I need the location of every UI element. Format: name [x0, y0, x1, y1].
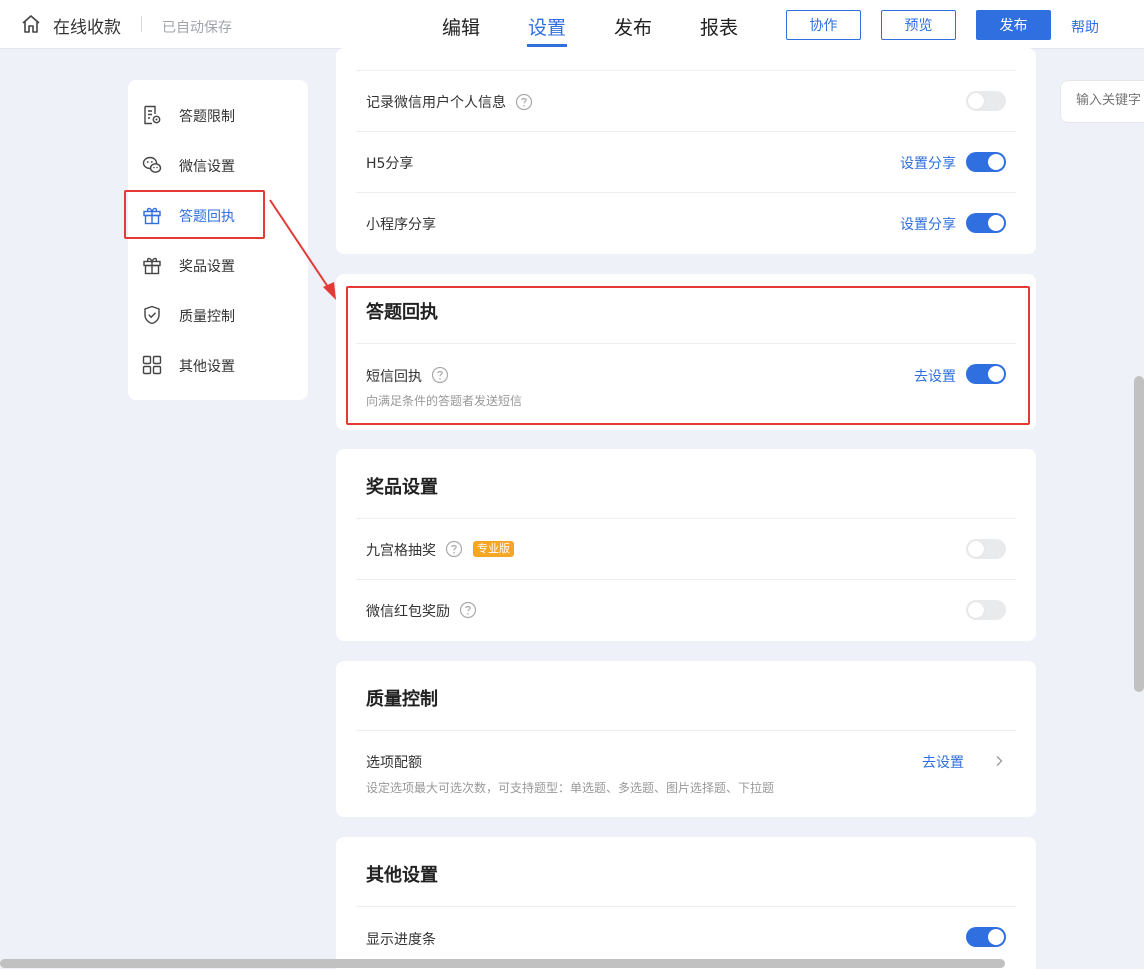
document-settings-icon [144, 105, 161, 125]
wechat-icon [142, 156, 162, 173]
option-quota-settings-link[interactable]: 去设置 [922, 752, 964, 772]
row-label: 微信红包奖励 [366, 604, 450, 620]
pro-badge: 专业版 [473, 541, 514, 557]
shield-check-icon [144, 305, 160, 325]
sidebar-item-quality[interactable]: 质量控制 [128, 295, 308, 335]
wechat-redpacket-toggle[interactable] [966, 600, 1006, 620]
preview-button[interactable]: 预览 [881, 10, 956, 40]
tab-report[interactable]: 报表 [700, 13, 738, 40]
sidebar-item-other[interactable]: 其他设置 [128, 345, 308, 385]
vertical-scrollbar[interactable] [1134, 376, 1144, 692]
publish-button[interactable]: 发布 [976, 10, 1051, 40]
card-title: 奖品设置 [366, 477, 438, 498]
horizontal-scrollbar[interactable] [0, 959, 1005, 968]
tab-settings[interactable]: 设置 [528, 13, 566, 40]
tab-publish[interactable]: 发布 [614, 13, 652, 40]
search-box [1060, 80, 1144, 123]
wechat-settings-card: 记录微信用户个人信息 H5分享 设置分享 小程序分享 设置分享 [336, 48, 1036, 254]
sidebar-highlight-box [124, 190, 265, 239]
chevron-right-icon[interactable] [993, 755, 1005, 767]
help-question-icon[interactable] [515, 93, 533, 111]
help-question-icon[interactable] [445, 540, 463, 558]
row-label: 小程序分享 [366, 217, 436, 233]
row-divider [356, 518, 1016, 519]
sidebar-item-label: 其他设置 [179, 359, 235, 375]
help-question-icon[interactable] [459, 601, 477, 619]
card-title: 其他设置 [366, 865, 438, 886]
h5-share-toggle[interactable] [966, 152, 1006, 172]
h5-share-settings-link[interactable]: 设置分享 [900, 153, 956, 173]
gift-icon [143, 257, 161, 275]
home-icon[interactable] [20, 13, 42, 35]
collab-button[interactable]: 协作 [786, 10, 861, 40]
wechat-userinfo-toggle[interactable] [966, 91, 1006, 111]
row-label: 九宫格抽奖 [366, 543, 436, 559]
row-label: 显示进度条 [366, 932, 436, 948]
receipt-highlight-box [346, 286, 1030, 425]
sidebar-item-label: 奖品设置 [179, 259, 235, 275]
miniprogram-share-toggle[interactable] [966, 213, 1006, 233]
row-description: 设定选项最大可选次数，可支持题型：单选题、多选题、图片选择题、下拉题 [366, 781, 775, 795]
row-divider [356, 906, 1016, 907]
autosave-status: 已自动保存 [162, 20, 232, 36]
row-label: H5分享 [366, 156, 414, 172]
top-bar: 在线收款 已自动保存 编辑 设置 发布 报表 协作 预览 发布 帮助 [0, 0, 1144, 49]
row-label: 选项配额 [366, 755, 422, 771]
sidebar-item-label: 质量控制 [179, 309, 235, 325]
row-divider [356, 131, 1016, 132]
search-input[interactable] [1076, 93, 1144, 108]
row-divider [356, 70, 1016, 71]
help-link[interactable]: 帮助 [1071, 17, 1099, 37]
row-divider [356, 730, 1016, 731]
divider [141, 16, 142, 32]
sidebar-item-answer-limit[interactable]: 答题限制 [128, 95, 308, 135]
quality-control-card: 质量控制 选项配额 设定选项最大可选次数，可支持题型：单选题、多选题、图片选择题… [336, 661, 1036, 817]
card-title: 质量控制 [366, 689, 438, 710]
grid-icon [142, 355, 162, 375]
app-title: 在线收款 [53, 18, 121, 38]
row-label: 记录微信用户个人信息 [366, 95, 506, 111]
sidebar-item-prize[interactable]: 奖品设置 [128, 245, 308, 285]
row-divider [356, 579, 1016, 580]
grid-lottery-toggle[interactable] [966, 539, 1006, 559]
progress-bar-toggle[interactable] [966, 927, 1006, 947]
active-tab-indicator [527, 44, 567, 47]
tab-edit[interactable]: 编辑 [442, 13, 480, 40]
sidebar-item-label: 微信设置 [179, 159, 235, 175]
sidebar-item-wechat[interactable]: 微信设置 [128, 145, 308, 185]
sidebar-item-label: 答题限制 [179, 109, 235, 125]
other-settings-card: 其他设置 显示进度条 [336, 837, 1036, 969]
prize-settings-card: 奖品设置 九宫格抽奖 专业版 微信红包奖励 [336, 449, 1036, 641]
miniprogram-share-settings-link[interactable]: 设置分享 [900, 214, 956, 234]
row-divider [356, 192, 1016, 193]
settings-sidebar: 答题限制 微信设置 答题回执 奖品设置 质量控制 其他设置 [128, 80, 308, 400]
